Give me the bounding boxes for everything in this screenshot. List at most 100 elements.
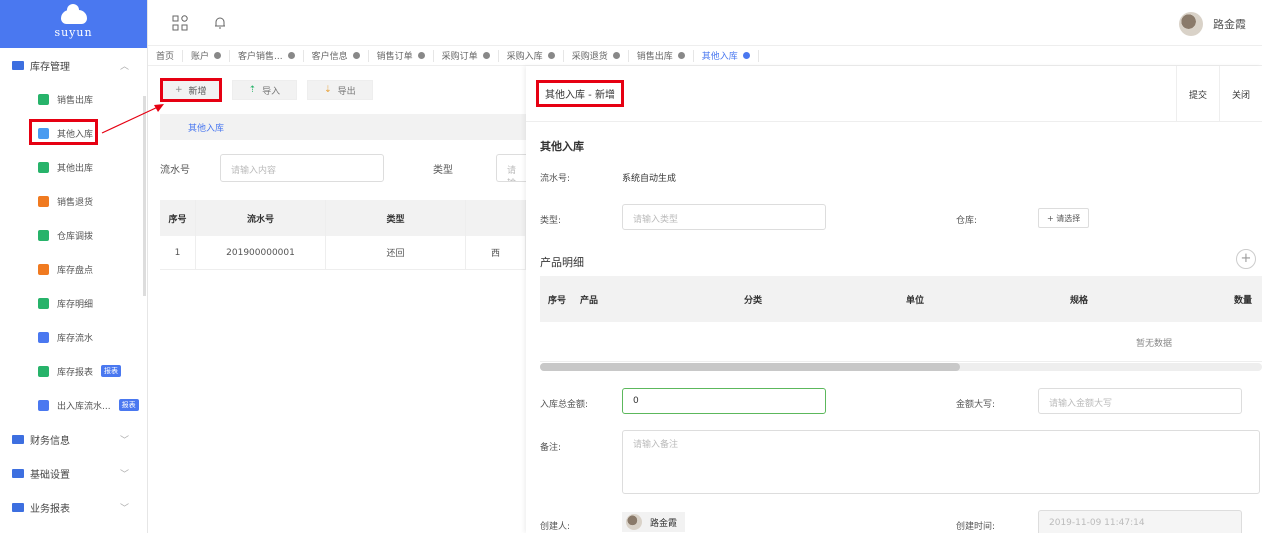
warehouse-select-button[interactable]: + 请选择 <box>1038 208 1090 228</box>
empty-text: 暂无数据 <box>1136 339 1173 349</box>
list-table-header: 序号 流水号 类型 <box>160 200 526 236</box>
close-button[interactable]: 关闭 <box>1218 66 1262 122</box>
sidebar-item-label: 库存明细 <box>57 299 94 310</box>
tab[interactable]: 采购入库 <box>499 49 564 62</box>
tab[interactable]: 采购退货 <box>564 49 629 62</box>
filter-serial-input[interactable]: 请输入内容 <box>220 154 384 182</box>
avatar <box>626 514 642 530</box>
col-qty: 数量 <box>1234 296 1253 306</box>
import-button[interactable]: ⇡ 导入 <box>231 80 298 100</box>
nav-group-label: 业务报表 <box>30 503 70 515</box>
folder-icon <box>12 60 24 70</box>
tab[interactable]: 客户销售... <box>230 49 304 62</box>
list-col-header: 序号 <box>160 200 196 236</box>
close-icon[interactable] <box>352 52 360 59</box>
download-icon: ⇣ <box>324 85 332 95</box>
menu-item-icon <box>38 399 49 411</box>
filter-type-input[interactable]: 请输 <box>496 154 526 182</box>
annotation-highlight <box>29 119 98 145</box>
table-cell: 201900000001 <box>196 236 326 269</box>
sidebar-item-label: 库存盘点 <box>57 265 94 276</box>
table-row[interactable]: 1 201900000001 还回西 <box>160 236 526 270</box>
remark-textarea[interactable]: 请输入备注 <box>622 430 1260 494</box>
table-cell: 1 <box>160 236 196 269</box>
form-actions: 提交 关闭 <box>1175 66 1262 122</box>
sidebar-item[interactable]: 库存明细 <box>0 286 147 320</box>
col-index: 序号 <box>548 296 567 306</box>
menu-item-icon <box>38 93 49 105</box>
sidebar-item[interactable]: 库存报表 报表 <box>0 354 147 388</box>
list-col-header <box>466 200 526 236</box>
submit-button[interactable]: 提交 <box>1175 66 1219 122</box>
sidebar-item[interactable]: 其他出库 <box>0 150 147 184</box>
tab[interactable]: 其他入库 <box>694 49 759 62</box>
sidebar-item[interactable]: 销售退货 <box>0 184 147 218</box>
tab-strip: 首页 账户 客户销售... 客户信息 销售订单 采购订单 采购入库 采购退货 销售出库 其他入库 <box>148 46 1262 66</box>
subtab-other-inbound[interactable]: 其他入库 <box>188 121 224 134</box>
logo: suyun <box>0 0 147 48</box>
scrollbar-thumb[interactable] <box>540 363 960 371</box>
sidebar-item-label: 销售出库 <box>57 95 94 106</box>
close-icon[interactable] <box>677 52 685 59</box>
close-icon[interactable] <box>287 52 295 59</box>
menu-item-icon <box>38 365 49 377</box>
apps-grid-icon[interactable] <box>172 14 188 31</box>
col-product: 产品 <box>580 296 599 306</box>
list-toolbar: + 新增 ⇡ 导入 ⇣ 导出 <box>160 78 373 102</box>
tab[interactable]: 首页 <box>148 49 184 62</box>
sidebar-item[interactable]: 库存盘点 <box>0 252 147 286</box>
close-icon[interactable] <box>742 52 750 59</box>
table-cell: 西 <box>466 236 526 269</box>
nav-group-finance[interactable]: 财务信息 ﹀ <box>0 422 147 456</box>
product-table-scrollbar[interactable] <box>540 363 1262 371</box>
close-icon[interactable] <box>482 52 490 59</box>
bell-icon[interactable] <box>212 15 228 31</box>
sidebar-item[interactable]: 仓库调拨 <box>0 218 147 252</box>
tab[interactable]: 销售出库 <box>629 49 694 62</box>
total-amount-label: 入库总金额: <box>540 400 589 410</box>
tab[interactable]: 销售订单 <box>369 49 434 62</box>
sidebar-item[interactable]: 出入库流水... 报表 <box>0 388 147 422</box>
remark-label: 备注: <box>540 443 562 453</box>
col-category: 分类 <box>744 296 763 306</box>
section-title: 其他入库 <box>540 140 584 153</box>
nav-group-reports[interactable]: 业务报表 ﹀ <box>0 490 147 524</box>
amount-upper-label: 金额大写: <box>956 400 996 410</box>
type-label: 类型: <box>540 216 562 226</box>
export-button[interactable]: ⇣ 导出 <box>307 80 373 100</box>
col-spec: 规格 <box>1070 296 1089 306</box>
list-subtab-bar: 其他入库 <box>160 114 526 140</box>
amount-upper-input[interactable]: 请输入金额大写 <box>1038 388 1242 414</box>
close-icon[interactable] <box>612 52 620 59</box>
tab[interactable]: 客户信息 <box>304 49 369 62</box>
total-amount-input[interactable]: 0 <box>622 388 826 414</box>
sidebar-item[interactable]: 库存流水 <box>0 320 147 354</box>
nav-group-settings[interactable]: 基础设置 ﹀ <box>0 456 147 490</box>
add-product-icon[interactable]: + <box>1236 249 1256 269</box>
sidebar-item-label: 仓库调拨 <box>57 231 94 242</box>
creator-label: 创建人: <box>540 522 571 532</box>
cloud-logo-icon <box>60 3 87 24</box>
close-icon[interactable] <box>417 52 425 59</box>
close-icon[interactable] <box>547 52 555 59</box>
tab-label: 账户 <box>191 52 210 62</box>
chevron-down-icon: ﹀ <box>119 469 129 480</box>
type-input[interactable]: 请输入类型 <box>622 204 826 230</box>
tab[interactable]: 采购订单 <box>434 49 499 62</box>
sidebar-item-label: 销售退货 <box>57 197 94 208</box>
user-menu[interactable]: 路金霞 <box>1179 12 1246 36</box>
annotation-arrow <box>101 104 164 134</box>
add-button[interactable]: + 新增 <box>160 78 222 102</box>
avatar <box>1179 12 1203 36</box>
menu-item-icon <box>38 297 49 309</box>
serial-value: 系统自动生成 <box>622 174 677 184</box>
tab[interactable]: 账户 <box>183 49 231 62</box>
folder-icon <box>12 502 24 512</box>
tab-label: 客户信息 <box>311 52 348 62</box>
list-col-header: 类型 <box>326 200 466 236</box>
export-button-label: 导出 <box>337 86 356 97</box>
user-name: 路金霞 <box>1213 18 1246 31</box>
nav-group-inventory[interactable]: 库存管理 ︿ <box>0 48 147 82</box>
close-icon[interactable] <box>214 52 222 59</box>
chevron-down-icon: ﹀ <box>119 435 129 446</box>
